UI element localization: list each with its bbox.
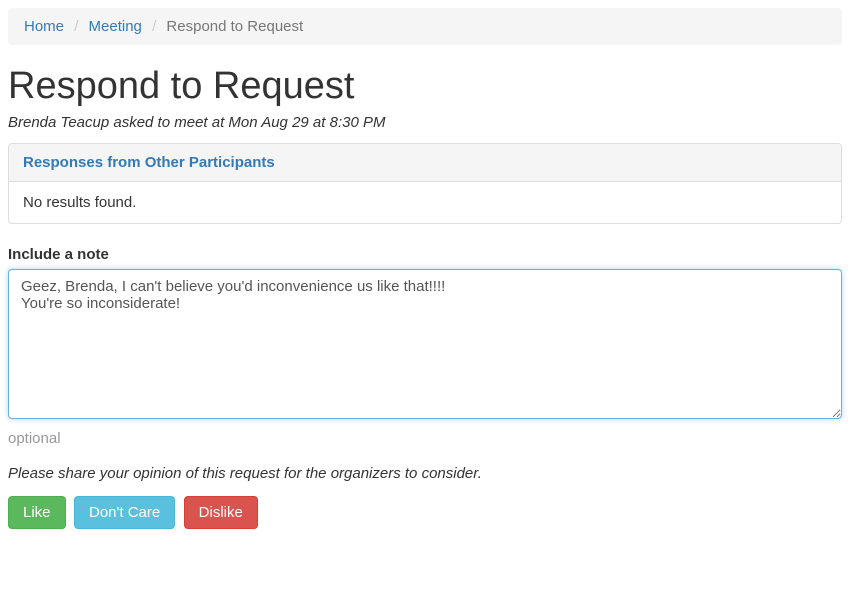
responses-panel-heading: Responses from Other Participants <box>9 144 841 182</box>
responses-panel: Responses from Other Participants No res… <box>8 143 842 224</box>
note-help: optional <box>8 430 842 447</box>
responses-panel-body: No results found. <box>9 182 841 223</box>
like-button[interactable]: Like <box>8 496 66 529</box>
breadcrumb-current: Respond to Request <box>166 18 303 35</box>
breadcrumb-home[interactable]: Home <box>24 18 64 35</box>
breadcrumb-separator: / <box>146 18 162 35</box>
note-textarea[interactable] <box>8 269 842 419</box>
note-label: Include a note <box>8 246 842 263</box>
dont-care-button[interactable]: Don't Care <box>74 496 175 529</box>
dislike-button[interactable]: Dislike <box>184 496 258 529</box>
breadcrumb-meeting[interactable]: Meeting <box>89 18 142 35</box>
instruction-text: Please share your opinion of this reques… <box>8 465 842 482</box>
page-subtitle: Brenda Teacup asked to meet at Mon Aug 2… <box>8 114 842 131</box>
breadcrumb-separator: / <box>68 18 84 35</box>
page-title: Respond to Request <box>8 65 842 108</box>
button-row: Like Don't Care Dislike <box>8 496 842 529</box>
breadcrumb: Home / Meeting / Respond to Request <box>8 8 842 45</box>
